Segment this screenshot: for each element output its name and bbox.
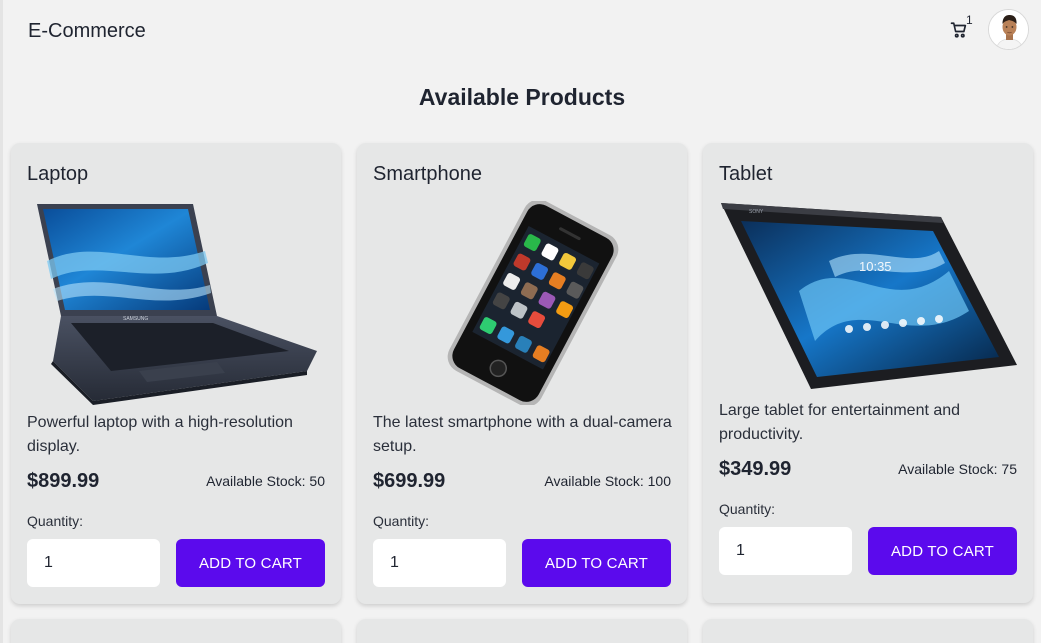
- product-name: Laptop: [27, 163, 89, 185]
- product-stock: Available Stock: 75: [898, 461, 1017, 477]
- avatar-image: [989, 10, 1028, 49]
- add-to-cart-button[interactable]: ADD TO CART: [522, 539, 671, 587]
- product-price: $899.99: [27, 470, 100, 492]
- cart-button[interactable]: 1: [948, 13, 974, 44]
- product-card-laptop: Laptop SAMSUNG Powerful laptop with a hi…: [11, 143, 341, 604]
- quantity-label: Quantity:: [373, 513, 430, 529]
- quantity-input[interactable]: [373, 539, 506, 587]
- product-card-partial: [357, 619, 687, 643]
- svg-text:SAMSUNG: SAMSUNG: [123, 316, 148, 322]
- smartphone-image: [373, 199, 673, 407]
- product-name: Tablet: [719, 163, 773, 185]
- quantity-input[interactable]: [719, 527, 852, 575]
- laptop-image: SAMSUNG: [27, 201, 327, 405]
- quantity-input[interactable]: [27, 539, 160, 587]
- quantity-label: Quantity:: [27, 513, 84, 529]
- cart-count-badge: 1: [966, 13, 973, 27]
- product-card-partial: [11, 619, 341, 643]
- product-price: $699.99: [373, 470, 446, 492]
- add-to-cart-button[interactable]: ADD TO CART: [868, 527, 1017, 575]
- user-avatar[interactable]: [988, 9, 1029, 50]
- quantity-label: Quantity:: [719, 501, 776, 517]
- product-description: Large tablet for entertainment and produ…: [719, 402, 961, 443]
- app-header: E-Commerce 1: [0, 0, 1041, 62]
- page-title: Available Products: [418, 84, 626, 110]
- product-price: $349.99: [719, 458, 792, 480]
- svg-text:SONY: SONY: [749, 209, 764, 215]
- product-stock: Available Stock: 100: [544, 473, 671, 489]
- product-description: Powerful laptop with a high-resolution d…: [27, 414, 293, 455]
- brand-title[interactable]: E-Commerce: [28, 20, 146, 43]
- svg-text:10:35: 10:35: [859, 259, 892, 274]
- product-card-smartphone: Smartphone The latest smartphone with a …: [357, 143, 687, 604]
- add-to-cart-button[interactable]: ADD TO CART: [176, 539, 325, 587]
- product-card-tablet: Tablet 10:35 SONY Large tablet for enter…: [703, 143, 1033, 603]
- product-description: The latest smartphone with a dual-camera…: [373, 414, 672, 455]
- product-name: Smartphone: [373, 163, 482, 185]
- product-stock: Available Stock: 50: [206, 473, 325, 489]
- tablet-image: 10:35 SONY: [719, 201, 1019, 391]
- product-card-partial: [703, 619, 1033, 643]
